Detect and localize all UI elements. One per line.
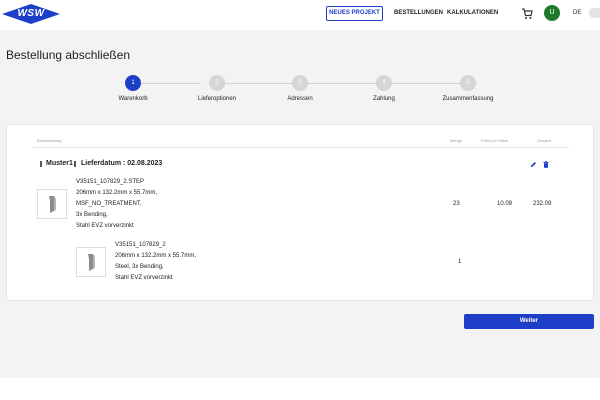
stepper-connector (141, 83, 201, 84)
wsw-logo[interactable]: WSW (2, 4, 60, 24)
step-3-circle[interactable]: 3 (292, 75, 308, 91)
part-material: Stahl EVZ vorverzinkt (115, 275, 173, 281)
nav-orders[interactable]: BESTELLUNGEN (394, 6, 443, 21)
step-4-circle[interactable]: 4 (376, 75, 392, 91)
step-5-circle[interactable]: 5 (460, 75, 476, 91)
step-2-label: Lieferoptionen (197, 96, 237, 102)
step-5-label: Zusammenfassung (442, 96, 494, 102)
group-name: Muster1 (46, 160, 73, 167)
part-thumbnail[interactable] (37, 189, 67, 219)
part-filename: V35151_107829_2.STEP (76, 179, 145, 185)
step-1-circle[interactable]: 1 (125, 75, 141, 91)
cart-icon[interactable] (521, 8, 533, 20)
step-1-label: Warenkorb (118, 96, 148, 102)
part-dimensions: 206mm x 132.2mm x 55.7mm, (115, 253, 197, 259)
delivery-date: Lieferdatum : 02.08.2023 (81, 160, 163, 167)
footer (0, 378, 600, 400)
quantity-value: 23 (453, 201, 460, 207)
part-treatment: MSF_NO_TREATMENT, (76, 201, 142, 207)
quantity-value: 1 (458, 259, 462, 265)
total-value: 232.09 (533, 201, 552, 207)
group-marker (74, 161, 76, 167)
column-header-description: Beschreibung (37, 138, 62, 143)
part-material-bending: Steel, 3x Bending, (115, 264, 164, 270)
part-thumbnail[interactable] (76, 247, 106, 277)
toggle-switch[interactable] (589, 8, 600, 18)
table-divider (33, 147, 569, 148)
group-marker (40, 161, 42, 167)
user-avatar[interactable]: U (544, 5, 560, 21)
nav-calculations[interactable]: KALKULATIONEN (447, 6, 498, 21)
continue-button[interactable]: Weiter (464, 314, 594, 329)
part-bending: 3x Bending, (76, 212, 108, 218)
bent-part-icon (88, 254, 95, 271)
column-header-total: Gesamt (537, 138, 552, 143)
column-header-quantity: Menge (450, 138, 463, 143)
top-bar: WSW NEUES PROJEKT BESTELLUNGEN KALKULATI… (0, 0, 600, 30)
part-filename: V35151_107829_2 (115, 242, 166, 248)
edit-icon[interactable] (530, 161, 537, 168)
step-4-label: Zahlung (373, 96, 395, 102)
trash-icon[interactable] (543, 161, 549, 168)
new-project-button[interactable]: NEUES PROJEKT (326, 6, 383, 21)
column-header-unit-price: Preis pro Stück (481, 138, 509, 143)
part-material: Stahl EVZ vorverzinkt (76, 223, 134, 229)
language-selector[interactable]: DE (573, 6, 581, 21)
stepper-connector (392, 83, 460, 84)
stepper-connector (308, 83, 376, 84)
logo-text: WSW (17, 8, 45, 19)
step-2-circle[interactable]: 2 (209, 75, 225, 91)
step-3-label: Adressen (287, 96, 313, 102)
bent-part-icon (49, 196, 56, 213)
part-dimensions: 206mm x 132.2mm x 55.7mm, (76, 190, 158, 196)
page-title: Bestellung abschließen (6, 48, 131, 62)
unit-price-value: 10.09 (497, 201, 513, 207)
stepper-connector (225, 83, 292, 84)
